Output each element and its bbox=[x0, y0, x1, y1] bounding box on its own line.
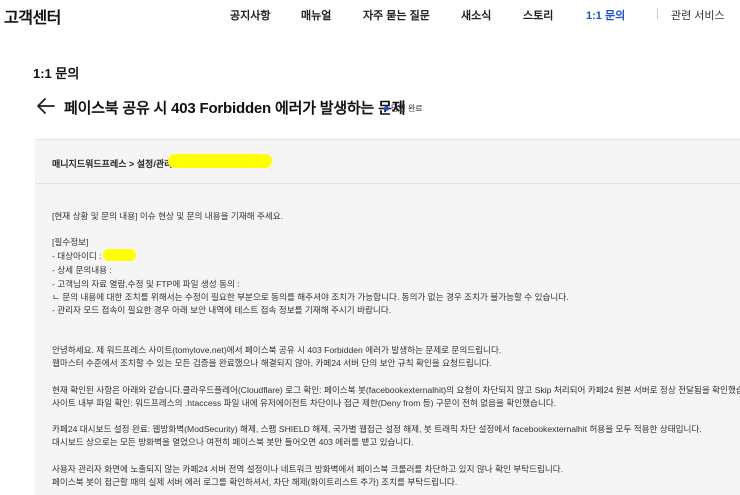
dot-icon bbox=[384, 106, 389, 111]
body-line: 카페24 대시보드 설정 완료: 웹방화벽(ModSecurity) 해제, 스… bbox=[52, 424, 702, 434]
arrow-left-icon bbox=[37, 98, 55, 114]
nav-manual[interactable]: 매뉴얼 bbox=[301, 7, 331, 23]
body-line: - 상세 문의내용 : bbox=[52, 265, 112, 275]
post-title: 페이스북 공유 시 403 Forbidden 에러가 발생하는 문제 bbox=[64, 100, 406, 117]
body-line: 대시보드 상으로는 모든 방화벽을 열었으나 여전히 페이스북 봇만 들어오면 … bbox=[52, 437, 414, 447]
body-line: - 고객님의 자료 열람,수정 및 FTP에 파일 생성 동의 : bbox=[52, 279, 240, 289]
breadcrumb: 매니지드워드프레스 > 설정/관리 bbox=[52, 159, 173, 169]
highlight-mark bbox=[168, 154, 272, 168]
body-line: [필수정보] bbox=[52, 237, 89, 247]
card-divider bbox=[35, 183, 740, 184]
brand-title[interactable]: 고객센터 bbox=[4, 4, 61, 28]
body-line: ㄴ 문의 내용에 대한 조치를 위해서는 수정이 필요한 부분으로 동의를 해주… bbox=[52, 292, 569, 302]
body-line: [현재 상황 및 문의 내용] 이슈 현상 및 문의 내용을 기재해 주세요. bbox=[52, 211, 284, 221]
body-line: 사이트 내부 파일 확인: 워드프레스의 .htaccess 파일 내에 유저에… bbox=[52, 398, 557, 408]
page-title: 1:1 문의 bbox=[33, 66, 80, 81]
status-label: 답변 완료 bbox=[391, 104, 423, 113]
nav-news[interactable]: 새소식 bbox=[461, 7, 491, 23]
body-line: - 관리자 모드 접속이 필요한 경우 아래 보안 내역에 테스트 접속 정보를… bbox=[52, 305, 392, 315]
nav-faq[interactable]: 자주 묻는 질문 bbox=[363, 7, 430, 23]
nav-divider bbox=[657, 8, 658, 19]
body-line: - 대상아이디 : bbox=[52, 251, 102, 261]
related-services-link[interactable]: 관련 서비스 bbox=[671, 7, 725, 23]
nav-notice[interactable]: 공지사항 bbox=[230, 7, 270, 23]
status-badge: 답변 완료 bbox=[384, 103, 423, 114]
body-line: 웹마스터 수준에서 조치할 수 있는 모든 검증을 완료했으나 해결되지 않아,… bbox=[52, 358, 492, 368]
body-line: 사용자 관리자 화면에 노출되지 않는 카페24 서버 전역 설정이나 네트워크… bbox=[52, 464, 564, 474]
body-line: 페이스북 봇이 접근할 때의 실제 서버 에러 로그를 확인하셔서, 차단 해제… bbox=[52, 477, 458, 487]
back-button[interactable] bbox=[36, 97, 56, 115]
body-line: 안녕하세요. 제 워드프레스 사이트(tomylove.net)에서 페이스북 … bbox=[52, 345, 502, 355]
nav-story[interactable]: 스토리 bbox=[523, 7, 553, 23]
body-line: 현재 확인된 사항은 아래와 같습니다.클라우드플레어(Cloudflare) … bbox=[52, 385, 740, 395]
nav-inquiry[interactable]: 1:1 문의 bbox=[586, 7, 625, 23]
top-navigation: 고객센터 공지사항 매뉴얼 자주 묻는 질문 새소식 스토리 1:1 문의 관련… bbox=[0, 0, 740, 28]
highlight-mark bbox=[103, 249, 136, 261]
